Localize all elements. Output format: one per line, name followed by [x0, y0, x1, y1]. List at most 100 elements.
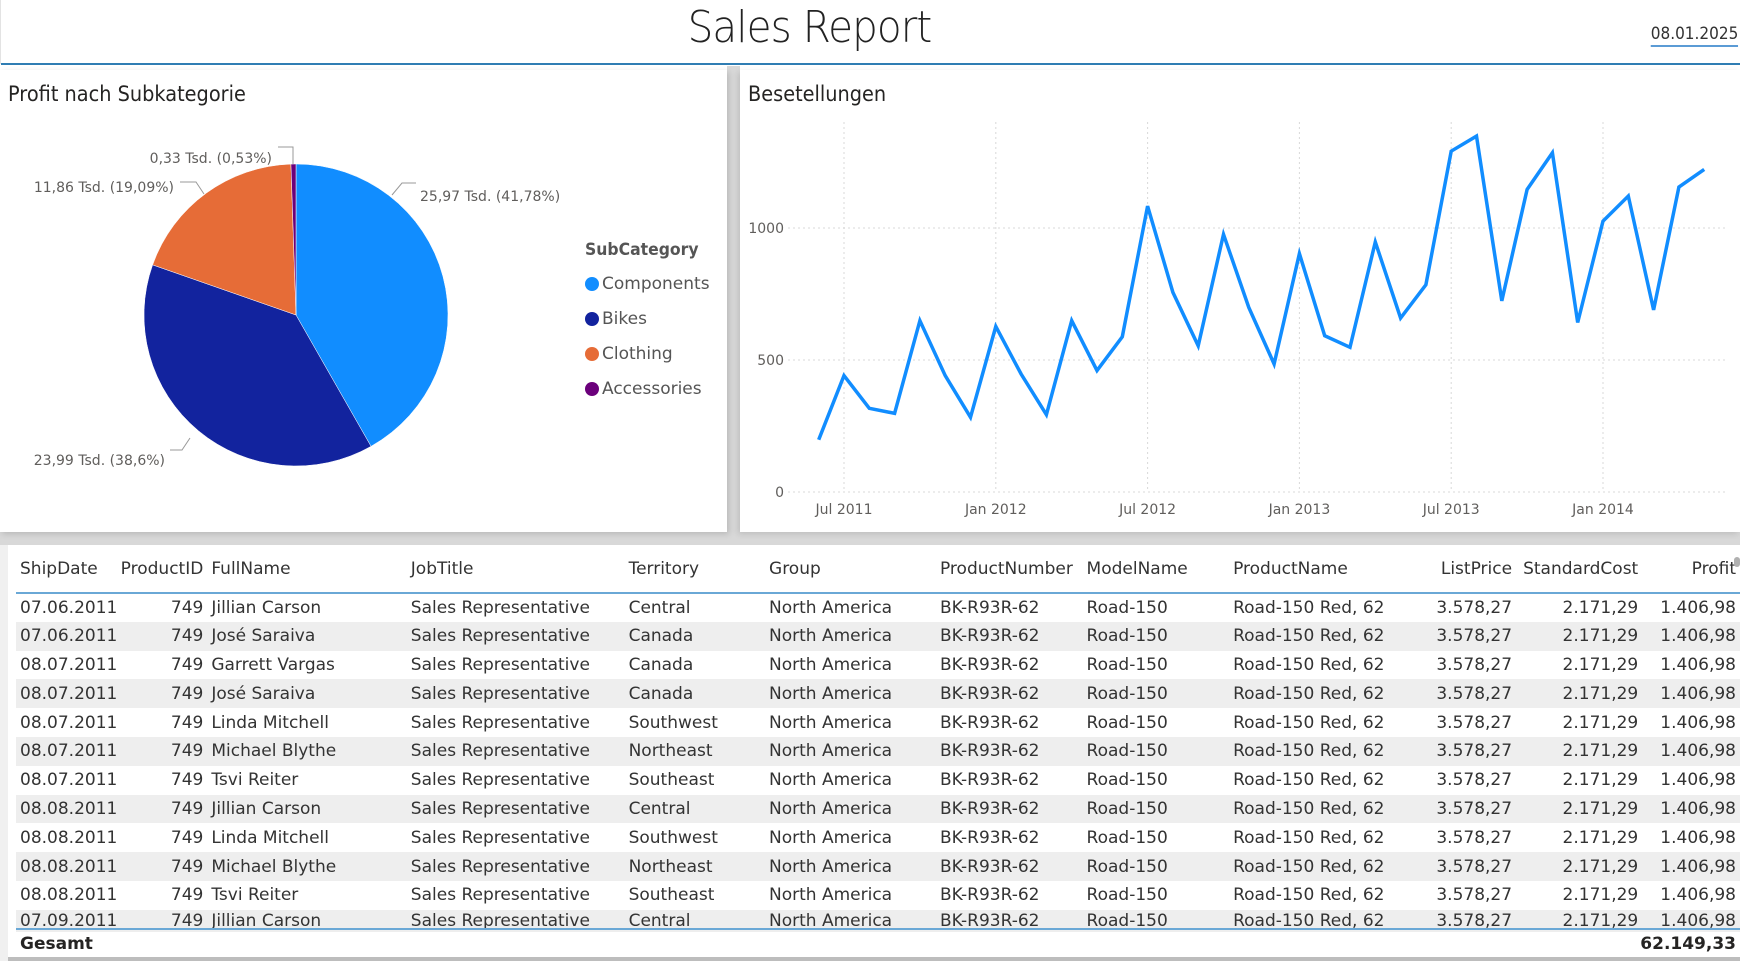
- cell-productid: 749: [170, 654, 204, 675]
- line-point[interactable]: [1575, 320, 1581, 326]
- column-header-shipdate[interactable]: ShipDate: [16, 545, 116, 594]
- line-point[interactable]: [942, 373, 948, 379]
- cell-jobtitle: Sales Representative: [410, 712, 590, 733]
- line-point[interactable]: [841, 373, 847, 379]
- column-header-jobtitle[interactable]: JobTitle: [406, 545, 625, 594]
- line-point[interactable]: [1322, 333, 1328, 339]
- cell-territory: Southwest: [628, 712, 718, 733]
- line-point[interactable]: [1423, 282, 1429, 288]
- line-point[interactable]: [1296, 251, 1302, 257]
- cell-listprice: 3.578,27: [1410, 794, 1517, 824]
- cell-fullname: Linda Mitchell: [211, 712, 329, 733]
- line-point[interactable]: [1170, 289, 1176, 295]
- cell-standardcost: 2.171,29: [1562, 885, 1639, 906]
- line-point[interactable]: [1246, 304, 1252, 310]
- line-point[interactable]: [1195, 343, 1201, 349]
- table-row[interactable]: 08.07.2011 749 José Saraiva Sales Represent…: [16, 679, 1740, 709]
- line-point[interactable]: [1069, 318, 1075, 324]
- y-tick-label: 0: [775, 485, 784, 501]
- line-point[interactable]: [1145, 203, 1151, 209]
- table-row[interactable]: 08.07.2011 749 Garrett Vargas Sales Represe…: [16, 651, 1740, 680]
- column-header-listprice[interactable]: ListPrice: [1410, 545, 1517, 594]
- line-point[interactable]: [1043, 412, 1049, 418]
- cell-productid: 749: [170, 597, 204, 618]
- cell-modelname: Road-150: [1086, 654, 1168, 675]
- legend-item-accessories[interactable]: Accessories: [585, 371, 710, 406]
- pie-chart-panel[interactable]: Profit nach Subkategorie 25,97 Tsd. (41,…: [0, 70, 727, 532]
- cell-productname: Road-150 Red, 62: [1229, 679, 1411, 709]
- column-header-fullname[interactable]: FullName: [207, 545, 407, 594]
- cell-listprice: 3.578,27: [1410, 679, 1517, 709]
- line-point[interactable]: [917, 318, 923, 324]
- bottom-edge: [8, 957, 1740, 961]
- legend-label: Components: [602, 273, 710, 294]
- line-point[interactable]: [1221, 231, 1227, 237]
- line-point[interactable]: [1474, 133, 1480, 139]
- line-chart[interactable]: 0 500 1000 Jul 2011 Jan 2012 Jul 2012 Jan 2013…: [740, 70, 1740, 532]
- line-point[interactable]: [1600, 218, 1606, 224]
- column-header-standardcost[interactable]: StandardCost: [1516, 545, 1643, 594]
- column-header-territory[interactable]: Territory: [624, 545, 766, 594]
- column-header-productid[interactable]: ProductID: [115, 545, 208, 594]
- line-point[interactable]: [1701, 166, 1707, 172]
- line-point[interactable]: [892, 410, 898, 416]
- line-point[interactable]: [1549, 150, 1555, 156]
- line-point[interactable]: [1398, 315, 1404, 321]
- legend-item-clothing[interactable]: Clothing: [585, 336, 710, 371]
- table-row[interactable]: 07.06.2011 749 Jillian Carson Sales Represe…: [16, 593, 1740, 622]
- line-point[interactable]: [866, 405, 872, 411]
- cell-productnumber: BK-R93R-62: [935, 679, 1083, 709]
- cell-productnumber: BK-R93R-62: [939, 597, 1040, 618]
- column-header-profit[interactable]: Profit: [1642, 545, 1740, 594]
- table-row[interactable]: 08.08.2011 749 Linda Mitchell Sales Represe…: [16, 823, 1740, 852]
- legend-label: Bikes: [602, 308, 647, 329]
- table-row[interactable]: 08.07.2011 749 Linda Mitchell Sales Represe…: [16, 708, 1740, 737]
- line-point[interactable]: [1271, 361, 1277, 367]
- line-point[interactable]: [816, 437, 822, 443]
- table-row[interactable]: 08.07.2011 749 Tsvi Reiter Sales Representa…: [16, 766, 1740, 795]
- column-header-productnumber[interactable]: ProductNumber: [935, 545, 1083, 594]
- pie-leader-line: [170, 437, 191, 451]
- cell-shipdate: 08.07.2011: [16, 679, 116, 709]
- line-point[interactable]: [1524, 186, 1530, 192]
- line-point[interactable]: [1372, 239, 1378, 245]
- cell-productnumber: BK-R93R-62: [935, 736, 1083, 766]
- cell-standardcost: 2.171,29: [1516, 852, 1643, 881]
- line-point[interactable]: [1448, 148, 1454, 154]
- line-point[interactable]: [968, 414, 974, 420]
- table-header-row: ShipDate ProductID FullName JobTitle Territo…: [16, 545, 1740, 594]
- cell-fullname: José Saraiva: [207, 621, 407, 651]
- cell-productid: 749: [170, 827, 204, 848]
- table-scrollbar[interactable]: [1734, 557, 1740, 567]
- table-scroll-area[interactable]: ShipDate ProductID FullName JobTitle Territo…: [16, 545, 1740, 932]
- line-point[interactable]: [1018, 371, 1024, 377]
- legend-item-bikes[interactable]: Bikes: [585, 301, 710, 336]
- cell-profit: 1.406,98: [1642, 679, 1740, 709]
- line-point[interactable]: [1094, 368, 1100, 374]
- cell-productnumber: BK-R93R-62: [939, 827, 1040, 848]
- cell-jobtitle: Sales Representative: [410, 597, 590, 618]
- line-point[interactable]: [1347, 344, 1353, 350]
- table-row[interactable]: 08.08.2011 749 Michael Blythe Sales Represe…: [16, 852, 1740, 881]
- line-point[interactable]: [1625, 193, 1631, 199]
- table-row[interactable]: 08.08.2011 749 Tsvi Reiter Sales Representa…: [16, 881, 1740, 910]
- line-point[interactable]: [1651, 307, 1657, 313]
- cell-listprice: 3.578,27: [1410, 852, 1517, 881]
- cell-fullname: Tsvi Reiter: [211, 770, 299, 791]
- line-point[interactable]: [993, 323, 999, 329]
- cell-productname: Road-150 Red, 62: [1233, 654, 1385, 675]
- table-row[interactable]: 08.07.2011 749 Michael Blythe Sales Represe…: [16, 736, 1740, 766]
- table-row[interactable]: 08.08.2011 749 Jillian Carson Sales Represe…: [16, 794, 1740, 824]
- cell-territory: Central: [628, 597, 691, 618]
- line-series-bestellungen[interactable]: [817, 133, 1706, 441]
- column-header-group[interactable]: Group: [765, 545, 936, 594]
- column-header-productname[interactable]: ProductName: [1229, 545, 1411, 594]
- line-point[interactable]: [1676, 184, 1682, 190]
- line-point[interactable]: [1119, 334, 1125, 340]
- line-chart-panel[interactable]: Besetellungen 0 500 1000 Jul 2011 Jan 2012 Ju…: [740, 70, 1740, 532]
- table-row[interactable]: 07.06.2011 749 José Saraiva Sales Represent…: [16, 621, 1740, 651]
- legend-item-components[interactable]: Components: [585, 266, 710, 301]
- line-point[interactable]: [1499, 298, 1505, 304]
- cell-listprice: 3.578,27: [1436, 712, 1513, 733]
- column-header-modelname[interactable]: ModelName: [1082, 545, 1230, 594]
